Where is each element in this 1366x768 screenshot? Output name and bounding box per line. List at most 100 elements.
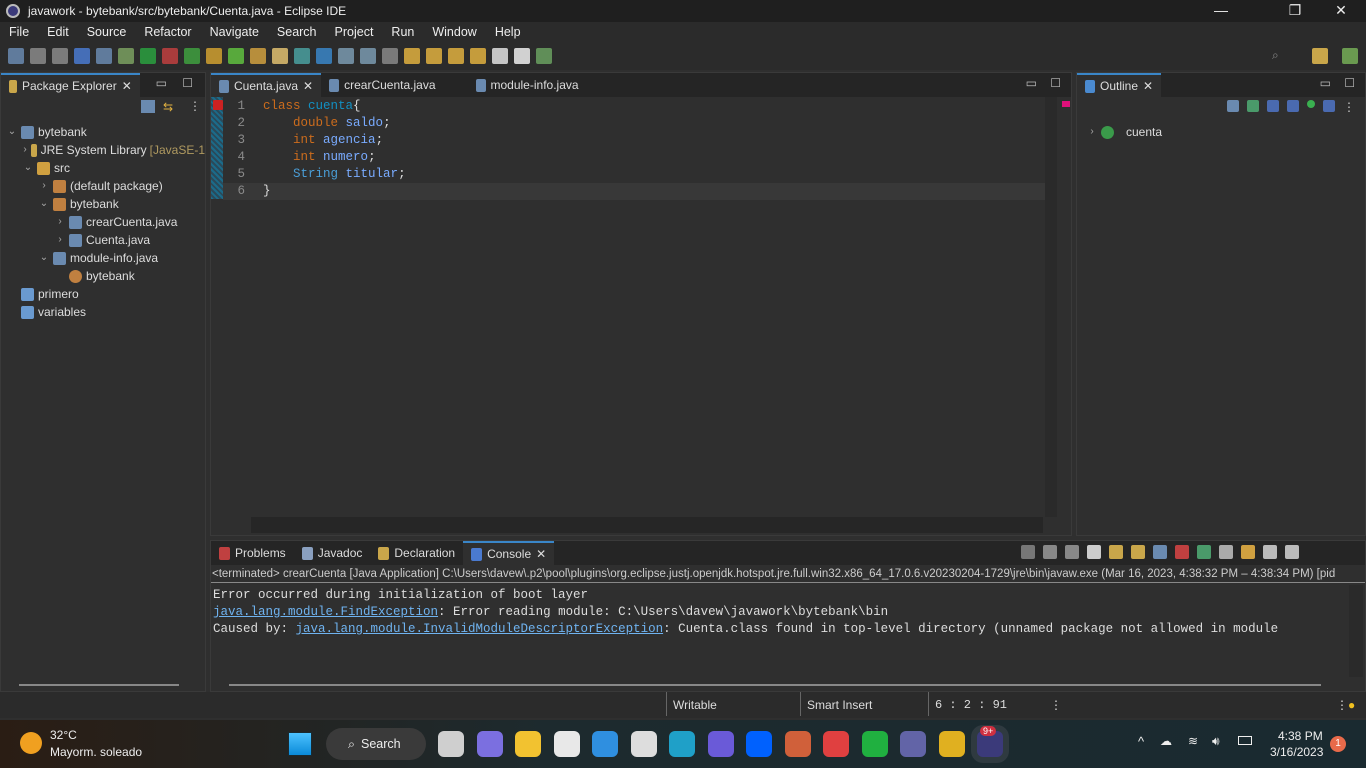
maximize-editor-icon[interactable]: ☐	[1050, 76, 1061, 90]
toolbar-button-icon[interactable]	[316, 48, 332, 64]
chevron-down-icon[interactable]: ⌄	[39, 195, 49, 213]
minimize-view-icon[interactable]: ▭	[156, 76, 167, 90]
menu-refactor[interactable]: Refactor	[135, 25, 200, 39]
taskbar-task-view-icon[interactable]	[438, 731, 464, 757]
console-action-icon[interactable]	[1131, 545, 1145, 559]
console-action-icon[interactable]	[1087, 545, 1101, 559]
clock-date[interactable]: 3/16/2023	[1270, 745, 1323, 759]
exception-link[interactable]: java.lang.module.FindException	[213, 605, 438, 619]
minimize-view-icon[interactable]: ▭	[1320, 76, 1331, 90]
hide-static-icon[interactable]	[1287, 100, 1299, 112]
taskbar-browser-o-icon[interactable]	[823, 731, 849, 757]
menu-project[interactable]: Project	[326, 25, 383, 39]
status-cursor-position[interactable]: 6 : 2 : 91	[935, 698, 1007, 712]
taskbar-file-explorer-icon[interactable]	[515, 731, 541, 757]
tree-item[interactable]: › crearCuenta.java	[7, 213, 205, 231]
console-action-icon[interactable]	[1021, 545, 1035, 559]
toolbar-button-icon[interactable]	[118, 48, 134, 64]
toolbar-button-icon[interactable]	[250, 48, 266, 64]
taskbar-dropbox-icon[interactable]	[746, 731, 772, 757]
toolbar-button-icon[interactable]	[338, 48, 354, 64]
outline-item-cuenta[interactable]: › cuenta	[1087, 123, 1355, 141]
search-icon[interactable]: ⌕	[1272, 48, 1279, 63]
hide-local-types-icon[interactable]	[1323, 100, 1335, 112]
tree-item[interactable]: bytebank	[7, 267, 205, 285]
weather-desc[interactable]: Mayorm. soleado	[50, 745, 142, 759]
menu-help[interactable]: Help	[486, 25, 530, 39]
menu-search[interactable]: Search	[268, 25, 326, 39]
close-icon[interactable]: ✕	[1143, 79, 1153, 93]
collapse-all-icon[interactable]	[1227, 100, 1239, 112]
close-icon[interactable]: ✕	[536, 547, 546, 561]
toolbar-button-icon[interactable]	[294, 48, 310, 64]
taskbar-copilot-icon[interactable]	[707, 731, 734, 757]
chevron-down-icon[interactable]: ⌄	[23, 159, 33, 177]
taskbar-meet-icon[interactable]	[476, 731, 503, 757]
link-with-editor-icon[interactable]: ⇆	[163, 100, 173, 114]
menu-file[interactable]: File	[0, 25, 38, 39]
view-menu-icon[interactable]: ⋮	[1343, 100, 1355, 114]
tab-outline[interactable]: Outline ✕	[1077, 73, 1162, 97]
console-action-icon[interactable]	[1285, 545, 1299, 559]
tree-item[interactable]: › (default package)	[7, 177, 205, 195]
editor-vertical-scrollbar[interactable]	[1045, 97, 1057, 517]
editor-tab[interactable]: crearCuenta.java	[321, 73, 443, 97]
taskbar-teams-icon[interactable]	[900, 731, 926, 757]
console-action-icon[interactable]	[1043, 545, 1057, 559]
perspective-icon[interactable]	[1312, 48, 1328, 64]
hide-nonpublic-icon[interactable]	[1307, 100, 1315, 108]
toolbar-button-icon[interactable]	[360, 48, 376, 64]
chevron-right-icon[interactable]: ›	[23, 141, 27, 159]
status-menu-icon[interactable]: ⋮	[1336, 698, 1348, 712]
console-vertical-scrollbar[interactable]	[1349, 585, 1363, 677]
battery-icon[interactable]	[1238, 736, 1252, 745]
tab-javadoc[interactable]: Javadoc	[294, 541, 371, 565]
sort-icon[interactable]	[1247, 100, 1259, 112]
horizontal-scrollbar[interactable]	[19, 684, 179, 686]
toolbar-button-icon[interactable]	[96, 48, 112, 64]
hide-fields-icon[interactable]	[1267, 100, 1279, 112]
weather-icon[interactable]	[20, 732, 42, 754]
toolbar-button-icon[interactable]	[140, 48, 156, 64]
console-action-icon[interactable]	[1175, 545, 1189, 559]
editor-horizontal-scrollbar[interactable]	[251, 517, 1043, 533]
toolbar-button-icon[interactable]	[404, 48, 420, 64]
toolbar-button-icon[interactable]	[52, 48, 68, 64]
editor-tab[interactable]: module-info.java	[468, 73, 587, 97]
console-output[interactable]: Error occurred during initialization of …	[211, 583, 1347, 642]
restore-button[interactable]: ❐	[1280, 2, 1310, 19]
toolbar-button-icon[interactable]	[74, 48, 90, 64]
toolbar-button-icon[interactable]	[30, 48, 46, 64]
taskbar-app-s-icon[interactable]	[630, 731, 657, 757]
start-button[interactable]	[288, 732, 312, 756]
console-action-icon[interactable]	[1263, 545, 1277, 559]
status-insert-mode[interactable]: Smart Insert	[807, 698, 872, 712]
chevron-right-icon[interactable]: ›	[55, 231, 65, 249]
chevron-right-icon[interactable]: ›	[39, 177, 49, 195]
console-action-icon[interactable]	[1109, 545, 1123, 559]
wifi-icon[interactable]: ≋	[1188, 734, 1198, 748]
chevron-right-icon[interactable]: ›	[1087, 123, 1097, 141]
console-action-icon[interactable]	[1241, 545, 1255, 559]
toolbar-button-icon[interactable]	[492, 48, 508, 64]
maximize-view-icon[interactable]: ☐	[1344, 76, 1355, 90]
tree-item[interactable]: ⌄ src	[7, 159, 205, 177]
weather-temp[interactable]: 32°C	[50, 728, 77, 742]
taskbar-media-player-icon[interactable]	[784, 731, 811, 757]
chevron-down-icon[interactable]: ⌄	[7, 123, 17, 141]
taskbar-chrome-icon[interactable]	[938, 731, 965, 757]
volume-icon[interactable]: 🔊︎	[1212, 734, 1220, 749]
clock-time[interactable]: 4:38 PM	[1278, 729, 1323, 743]
toolbar-button-icon[interactable]	[228, 48, 244, 64]
chevron-right-icon[interactable]: ›	[55, 213, 65, 231]
taskbar-edge-icon[interactable]	[669, 731, 695, 757]
toolbar-button-icon[interactable]	[536, 48, 552, 64]
tree-item[interactable]: ⌄ module-info.java	[7, 249, 205, 267]
tab-problems[interactable]: Problems	[211, 541, 294, 565]
close-button[interactable]: ✕	[1326, 2, 1356, 19]
menu-navigate[interactable]: Navigate	[201, 25, 268, 39]
java-perspective-icon[interactable]	[1342, 48, 1358, 64]
notification-badge[interactable]: 1	[1330, 736, 1346, 752]
tree-item[interactable]: ⌄ bytebank	[7, 123, 205, 141]
exception-link[interactable]: java.lang.module.InvalidModuleDescriptor…	[296, 622, 664, 636]
